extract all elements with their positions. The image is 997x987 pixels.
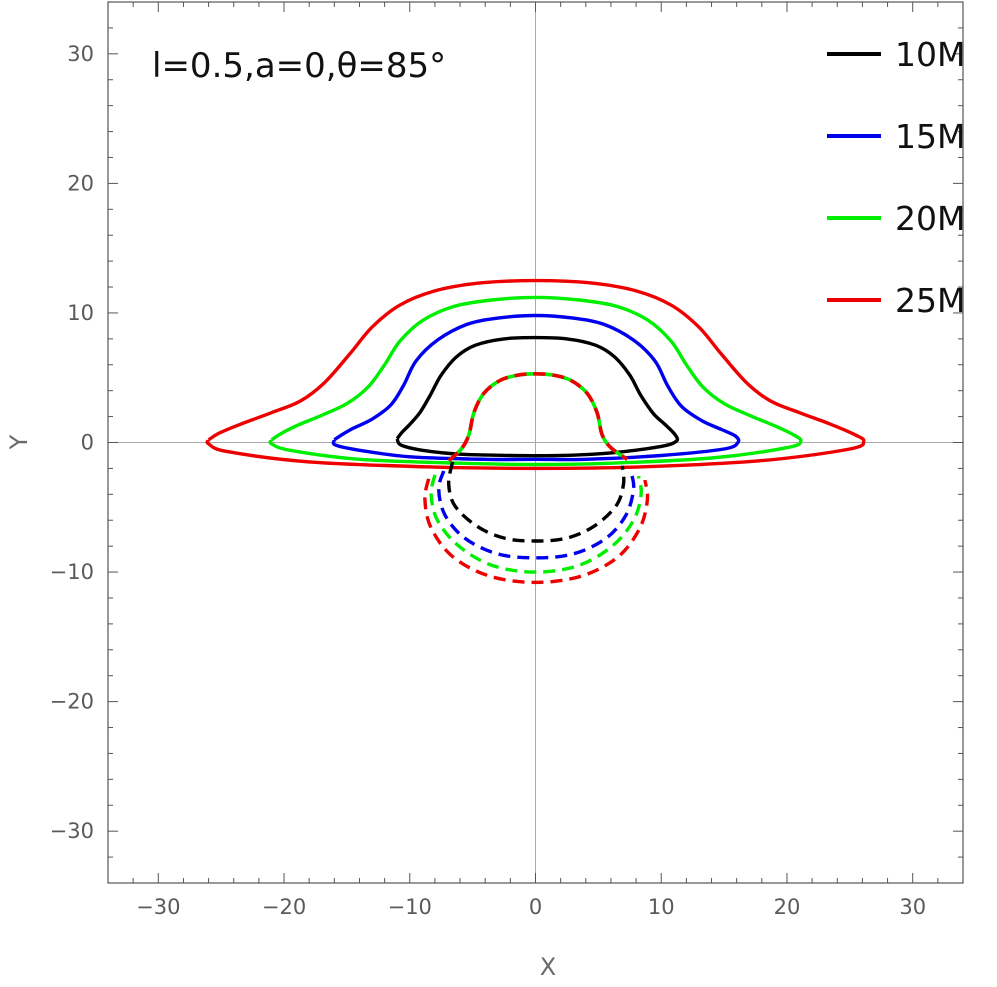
x-tick-label: 30	[899, 895, 926, 919]
chart: −30 −20 −10 0 10 20 30 −30 −20 −10 0 10 20 30 X Y l=0…	[5, 1, 965, 981]
x-tick-label: 10	[648, 895, 675, 919]
secondary-image-20m	[429, 474, 643, 574]
annotation-text: l=0.5,a=0,θ=85°	[152, 46, 446, 86]
legend: 10M 15M 20M 25M	[827, 35, 965, 320]
shared-arc-dashes	[447, 371, 629, 462]
y-tick-label: 0	[81, 431, 94, 455]
y-tick-label: −10	[50, 560, 94, 584]
y-axis-label: Y	[5, 434, 33, 450]
x-tick-label: 20	[774, 895, 801, 919]
x-axis-label: X	[540, 953, 556, 981]
y-tick-label: 20	[67, 171, 94, 195]
legend-label-20m: 20M	[895, 199, 965, 238]
legend-label-10m: 10M	[895, 35, 965, 74]
direct-image-10m	[395, 335, 680, 458]
y-tick-label: 10	[67, 301, 94, 325]
shared-arc-base	[447, 371, 629, 462]
y-tick-label: 30	[67, 42, 94, 66]
x-tick-label: −10	[388, 895, 432, 919]
legend-label-25m: 25M	[895, 281, 965, 320]
secondary-image-15m	[437, 470, 636, 560]
x-tick-label: −30	[136, 895, 180, 919]
x-tick-label: 0	[529, 895, 542, 919]
secondary-image-10m	[446, 461, 626, 543]
y-tick-label: −30	[50, 819, 94, 843]
x-tick-label: −20	[262, 895, 306, 919]
tick-labels: −30 −20 −10 0 10 20 30 −30 −20 −10 0 10 20 30	[50, 42, 926, 919]
legend-label-15m: 15M	[895, 117, 965, 156]
y-tick-label: −20	[50, 690, 94, 714]
